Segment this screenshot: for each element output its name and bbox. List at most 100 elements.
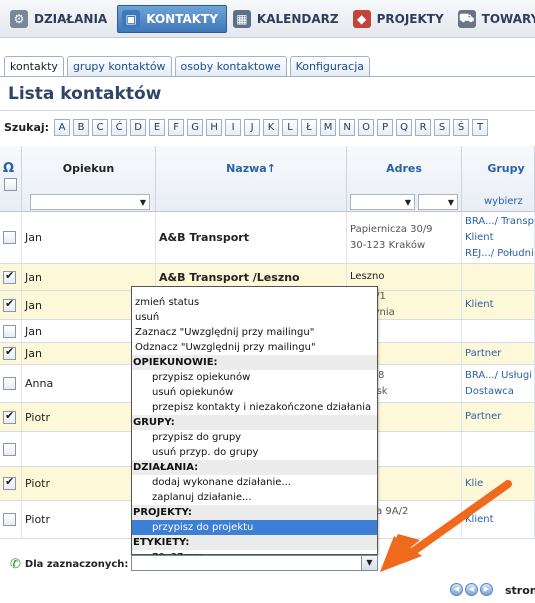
bulk-actions-menu: zmień status usuń Zaznacz "Uwzględnij przy… [131,286,378,563]
pager-label: stron [505,584,535,597]
grupy-choose-link[interactable]: wybierz [484,196,523,207]
column-picker-icon[interactable]: Ω [3,161,14,176]
grupa-link[interactable]: REJ.../ Południ [465,246,534,262]
nav-item-label: TOWARY [481,11,535,26]
header-grupy-link[interactable]: Grupy [470,162,535,175]
adres-filter-select-2[interactable]: ▼ [418,194,458,210]
row-checkbox[interactable] [3,345,16,360]
row-checkbox[interactable] [3,513,16,526]
menu-group-header: PROJEKTY: [132,505,377,520]
row-select-cell [0,264,22,290]
grupa-link[interactable]: Partner [465,346,501,362]
letter-button[interactable]: J [244,119,261,136]
menu-item[interactable]: dodaj wykonane działanie... [132,475,377,490]
nav-item-label: KONTAKTY [146,11,218,26]
row-checkbox[interactable] [3,269,16,284]
menu-item[interactable]: zaplanuj działanie... [132,490,377,505]
letter-button[interactable]: Q [396,119,413,136]
nav-item-kalendarz[interactable]: ▦ KALENDARZ [229,5,347,33]
chevron-down-icon: ▼ [447,198,454,207]
prev-page-icon[interactable]: ◀ [465,583,478,596]
letter-button[interactable]: A [54,119,71,136]
tab-divider [0,76,535,77]
letter-button[interactable]: C [92,119,109,136]
adres-filter-select-1[interactable]: ▼ [350,194,415,210]
row-checkbox[interactable] [3,475,16,490]
row-checkbox[interactable] [3,377,16,390]
grupa-link[interactable]: BRA.../ Transp [465,214,534,230]
menu-item[interactable]: przypisz opiekunów [132,370,377,385]
row-select-cell [0,467,22,500]
tab-1[interactable]: grupy kontaktów [66,56,172,76]
grupa-link[interactable]: Dostawca [465,384,532,400]
menu-item[interactable]: Zaznacz "Uwzględnij przy mailingu" [132,325,377,340]
letter-button[interactable]: I [225,119,242,136]
nav-item-label: PROJEKTY [376,11,444,26]
letter-button[interactable]: Ś [453,119,470,136]
grupa-link[interactable]: Partner [465,409,501,425]
menu-item[interactable]: przepisz kontakty i niezakończone działa… [132,400,377,415]
row-select-cell [0,365,22,402]
menu-item[interactable]: przypisz do projektu [132,520,377,535]
letter-button[interactable]: T [472,119,489,136]
alphabet-search: Szukaj: ABCĆDEFGHIJKLŁMNOPQRSŚT [4,119,489,136]
letter-button[interactable]: P [377,119,394,136]
letter-button[interactable]: R [415,119,432,136]
menu-item[interactable]: usuń opiekunów [132,385,377,400]
header-opiekun: Opiekun ▼ [22,146,156,212]
nav-item-towary[interactable]: ⛟ TOWARY [454,5,535,33]
letter-button[interactable]: B [73,119,90,136]
bulk-actions-select[interactable]: ▼ [131,555,378,571]
tab-2[interactable]: osoby kontaktowe [174,56,287,76]
grupa-link[interactable]: Klient [465,297,494,313]
select-all-checkbox[interactable] [4,178,17,191]
nazwa-cell[interactable]: A&B Transport [156,212,347,263]
table-row[interactable]: Jan A&B Transport Papiernicza 30/9 30-123 K… [0,212,535,264]
menu-item[interactable]: przypisz do grupy [132,430,377,445]
letter-button[interactable]: H [206,119,223,136]
letter-button[interactable]: Ł [301,119,318,136]
letter-button[interactable]: F [168,119,185,136]
grupy-cell: BRA.../ Transp Klient REJ.../ Południ [462,212,535,263]
chevron-down-icon[interactable]: ▼ [361,556,377,570]
letter-button[interactable]: O [358,119,375,136]
nav-item-kontakty[interactable]: ▣ KONTAKTY [117,4,227,33]
grupa-link[interactable]: BRA.../ Usługi [465,368,532,384]
nav-item-label: KALENDARZ [256,11,339,26]
letter-button[interactable]: K [263,119,280,136]
nav-item-projekty[interactable]: ◆ PROJEKTY [349,5,452,33]
tab-0[interactable]: kontakty [4,56,64,77]
header-adres-link[interactable]: Adres [347,162,461,175]
row-checkbox[interactable] [3,297,16,312]
letter-button[interactable]: L [282,119,299,136]
menu-item[interactable]: Odznacz "Uwzględnij przy mailingu" [132,340,377,355]
menu-item[interactable]: usuń [132,310,377,325]
nav-item-działania[interactable]: ⚙ DZIAŁANIA [6,5,115,33]
letter-button[interactable]: Ć [111,119,128,136]
row-checkbox[interactable] [3,409,16,424]
row-checkbox[interactable] [3,231,16,244]
letter-button[interactable]: N [339,119,356,136]
grupy-cell: Partner [462,343,535,364]
row-checkbox[interactable] [3,324,16,338]
grupa-link[interactable]: Klient [465,230,534,246]
letter-button[interactable]: S [434,119,451,136]
header-nazwa-sort-link[interactable]: Nazwa↑ [156,162,346,175]
row-checkbox[interactable] [3,442,16,456]
letter-button[interactable]: E [149,119,166,136]
letter-button[interactable]: G [187,119,204,136]
grupy-cell [462,320,535,342]
gear-icon: ⚙ [10,9,28,28]
top-navigation: ⚙ DZIAŁANIA ▣ KONTAKTY ▦ KALENDARZ ◆ PROJEKTY ⛟ T… [0,0,535,38]
opiekun-filter-select[interactable]: ▼ [30,194,150,210]
menu-item[interactable]: zmień status [132,295,377,310]
menu-group-header: ETYKIETY: [132,535,377,550]
letter-button[interactable]: M [320,119,337,136]
tab-3[interactable]: Konfiguracja [289,56,370,76]
menu-item[interactable]: usuń przyp. do grupy [132,445,377,460]
next-page-icon[interactable]: ▶ [480,583,493,596]
letter-button[interactable]: D [130,119,147,136]
first-page-icon[interactable]: ◀ [450,583,463,596]
header-nazwa: Nazwa↑ [156,146,347,212]
grupy-cell: BRA.../ Usługi Dostawca [462,365,535,402]
